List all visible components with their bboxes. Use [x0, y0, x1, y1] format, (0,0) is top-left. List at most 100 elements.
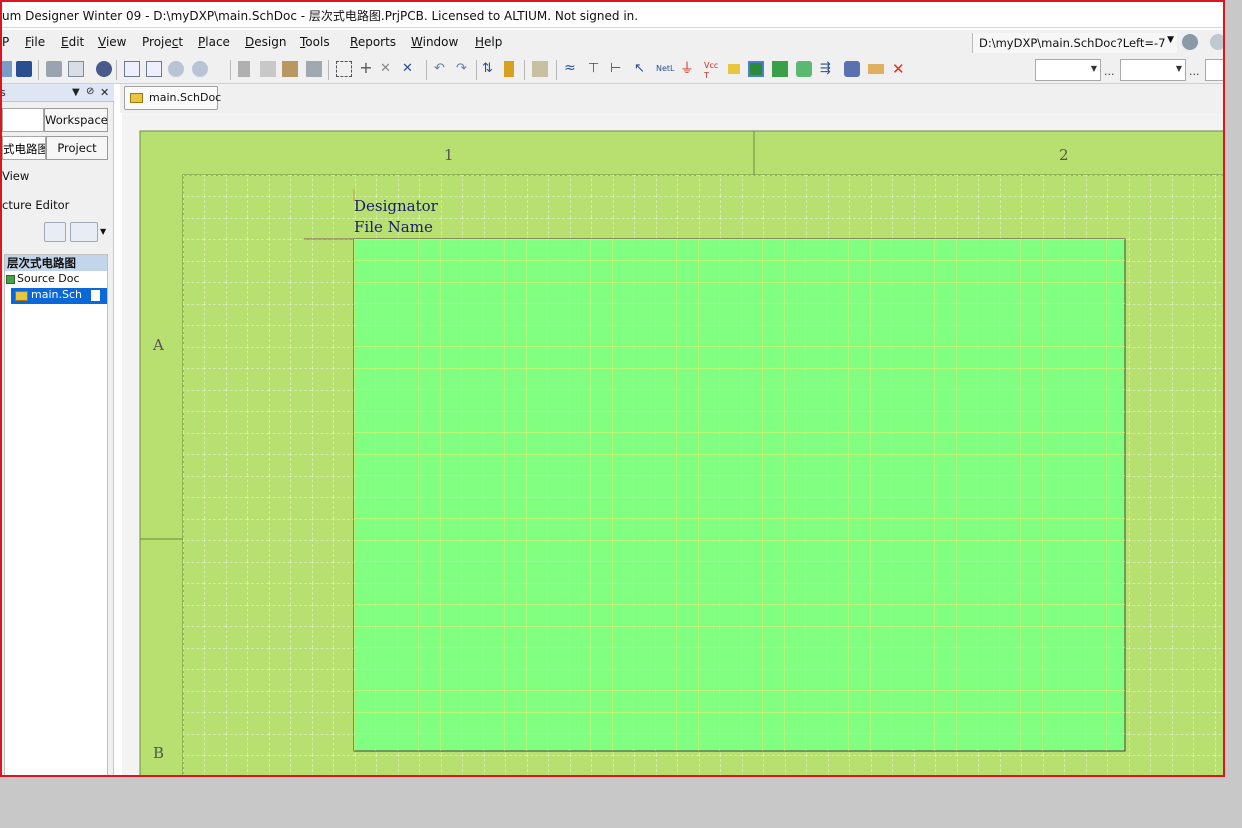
workspace-button[interactable]: Workspace: [44, 108, 108, 132]
toolbar-separator: [476, 60, 477, 80]
save-icon[interactable]: [16, 61, 32, 77]
compile-icon[interactable]: [44, 222, 66, 242]
ellipsis-button[interactable]: ...: [1104, 65, 1115, 78]
snap-combo[interactable]: ▼: [1035, 59, 1101, 81]
harness-icon[interactable]: [844, 61, 860, 77]
rubber-stamp-icon[interactable]: [306, 61, 322, 77]
vcc-power-icon[interactable]: Vcc T: [704, 61, 720, 80]
menu-project[interactable]: Project: [142, 35, 183, 49]
address-field[interactable]: D:\myDXP\main.SchDoc?Left=-7 ▼: [972, 33, 1177, 53]
schematic-canvas[interactable]: 1 2 A B Designator File Name: [122, 113, 1223, 775]
print-preview-icon[interactable]: [68, 61, 84, 77]
title-bar: um Designer Winter 09 - D:\myDXP\main.Sc…: [2, 2, 1223, 28]
menu-help[interactable]: Help: [475, 35, 502, 49]
sheet-symbol-filename[interactable]: File Name: [354, 218, 433, 236]
no-erc-icon[interactable]: [868, 64, 884, 74]
menu-view[interactable]: View: [98, 35, 126, 49]
project-button[interactable]: Project: [46, 136, 108, 160]
zone-row-label: B: [153, 744, 165, 762]
deselect-icon[interactable]: ✕: [380, 61, 396, 77]
redo-icon[interactable]: ↷: [456, 61, 472, 77]
sheet-symbol-designator[interactable]: Designator: [354, 197, 438, 215]
tree-source-docs-node[interactable]: Source Doc: [5, 272, 107, 288]
toolbar-separator: [524, 60, 525, 80]
select-area-icon[interactable]: [336, 61, 352, 77]
grid-combo[interactable]: ▼: [1120, 59, 1186, 81]
port-icon[interactable]: [796, 61, 812, 77]
move-icon[interactable]: +: [358, 60, 374, 77]
browse-library-icon[interactable]: [532, 61, 548, 77]
sheet-symbol-icon[interactable]: [748, 61, 764, 77]
menu-tools[interactable]: Tools: [300, 35, 330, 49]
main-window: um Designer Winter 09 - D:\myDXP\main.Sc…: [0, 0, 1225, 777]
net-label-icon[interactable]: NetL: [656, 61, 675, 77]
open-icon[interactable]: [2, 61, 12, 77]
cross-probe-icon[interactable]: [504, 61, 514, 77]
tree-main-doc-node[interactable]: main.Sch: [11, 288, 107, 304]
3d-view-icon[interactable]: [96, 61, 112, 77]
workspace-field[interactable]: [2, 108, 44, 132]
zoom-area-icon[interactable]: [146, 61, 162, 77]
delete-icon[interactable]: ✕: [892, 61, 908, 77]
cut-icon[interactable]: [238, 61, 250, 77]
undo-icon[interactable]: ↶: [434, 61, 450, 77]
menu-dxp[interactable]: P: [2, 35, 9, 49]
window-title: um Designer Winter 09 - D:\myDXP\main.Sc…: [2, 9, 639, 23]
clear-filter-icon[interactable]: ✕: [402, 61, 418, 77]
menu-place[interactable]: Place: [198, 35, 230, 49]
zone-row-label: A: [153, 336, 164, 354]
toolbar-separator: [426, 60, 427, 80]
paste-icon[interactable]: [282, 61, 298, 77]
wire-icon[interactable]: ≈: [564, 61, 580, 77]
desktop-background: [0, 777, 1242, 828]
sheet-symbol-grid: [354, 239, 1125, 751]
net-label-icon[interactable]: ↖: [634, 61, 650, 77]
menu-reports[interactable]: Reports: [350, 35, 396, 49]
menu-edit[interactable]: Edit: [61, 35, 84, 49]
toolbar-separator: [38, 60, 39, 80]
tree-project-node[interactable]: 层次式电路图: [5, 255, 107, 271]
document-tab-strip: main.SchDoc: [120, 84, 1223, 113]
part-icon[interactable]: [728, 64, 740, 74]
bus-entry-icon[interactable]: ⊢: [610, 61, 626, 77]
zoom-selected-icon[interactable]: [168, 61, 184, 77]
pin-icon[interactable]: ⊘: [86, 86, 94, 97]
project-name-field[interactable]: 式电路图: [2, 136, 46, 160]
view-radio-label[interactable]: View: [2, 169, 29, 183]
chevron-down-icon[interactable]: ▼: [1167, 35, 1174, 45]
tab-main-schdoc[interactable]: main.SchDoc: [124, 86, 221, 110]
sheet-entry-icon[interactable]: [772, 61, 788, 77]
tree-main-doc-label: main.Sch: [31, 288, 82, 301]
ellipsis-button[interactable]: ...: [1189, 65, 1200, 78]
address-value: D:\myDXP\main.SchDoc?Left=-7: [979, 36, 1166, 50]
device-sheet-icon[interactable]: ⇶: [820, 61, 836, 77]
forward-icon[interactable]: [1210, 34, 1223, 50]
schematic-sheet-drawing: [139, 130, 1223, 775]
toolbar-separator: [116, 60, 117, 80]
panel-menu-icon[interactable]: ▼: [72, 87, 80, 98]
tree-source-docs-label: Source Doc: [17, 272, 80, 285]
zoom-fit-icon[interactable]: [124, 61, 140, 77]
menu-file[interactable]: File: [25, 35, 45, 49]
structure-editor-radio-label[interactable]: cture Editor: [2, 198, 69, 212]
chevron-down-icon: ▼: [1175, 64, 1182, 73]
bus-icon[interactable]: ⊤: [588, 61, 604, 77]
units-combo[interactable]: [1205, 59, 1223, 81]
folder-icon: [6, 275, 15, 284]
chevron-down-icon[interactable]: ▼: [100, 227, 106, 236]
back-icon[interactable]: [1182, 34, 1198, 50]
panel-title: s: [0, 86, 6, 99]
menu-window[interactable]: Window: [411, 35, 458, 49]
projects-panel: s ▼ ⊘ ✕ Workspace 式电路图 Project View ctur…: [2, 84, 114, 775]
hierarchy-icon[interactable]: ⇅: [482, 61, 498, 77]
document-icon: [91, 290, 101, 301]
zoom-filter-icon[interactable]: [192, 61, 208, 77]
copy-icon[interactable]: [260, 61, 276, 77]
schematic-doc-icon: [130, 93, 143, 103]
project-options-icon[interactable]: [70, 222, 98, 242]
panel-header: s ▼ ⊘ ✕: [2, 84, 114, 102]
menu-design[interactable]: Design: [245, 35, 286, 49]
close-icon[interactable]: ✕: [100, 86, 109, 99]
print-icon[interactable]: [46, 61, 62, 77]
ground-power-icon[interactable]: ⏚: [680, 61, 696, 77]
